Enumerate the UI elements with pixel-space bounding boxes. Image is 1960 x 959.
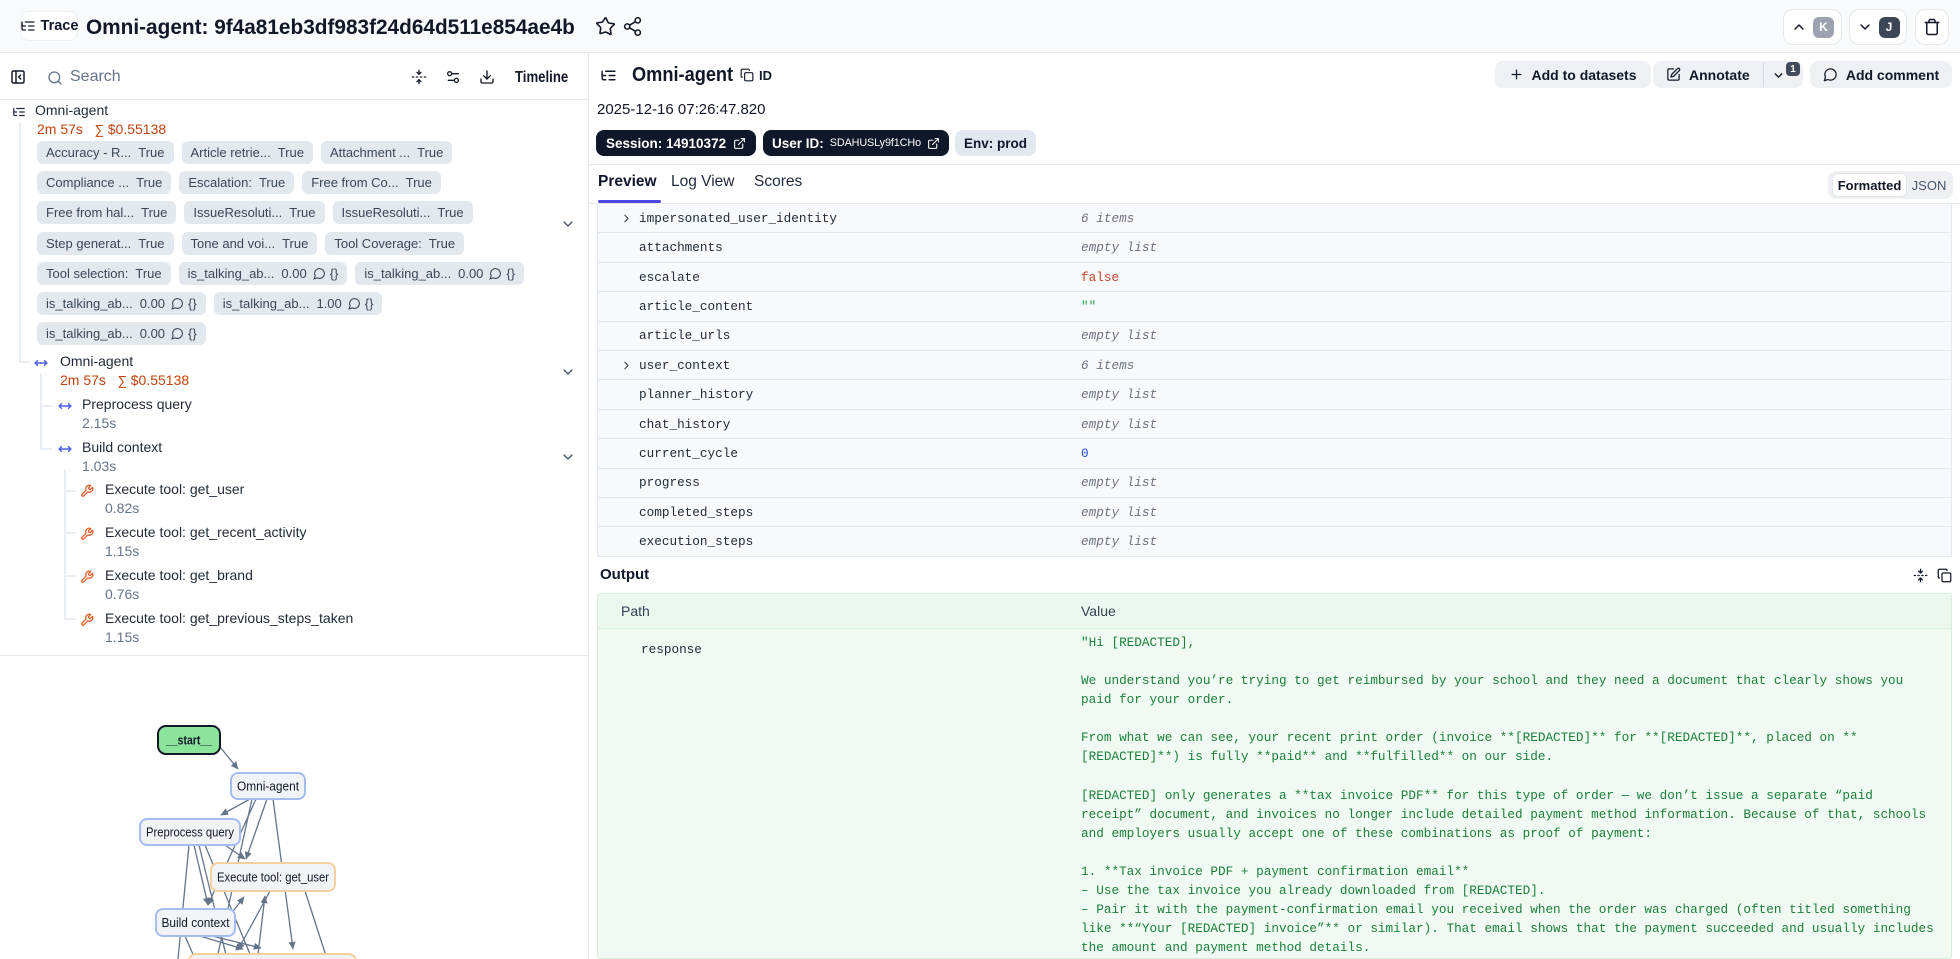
svg-text:Build context: Build context [162,915,230,930]
svg-text:Omni-agent: Omni-agent [237,779,299,794]
svg-text:Preprocess query: Preprocess query [146,825,234,840]
svg-text:__start__: __start__ [165,734,213,748]
svg-text:Execute tool: get_user: Execute tool: get_user [217,870,330,885]
